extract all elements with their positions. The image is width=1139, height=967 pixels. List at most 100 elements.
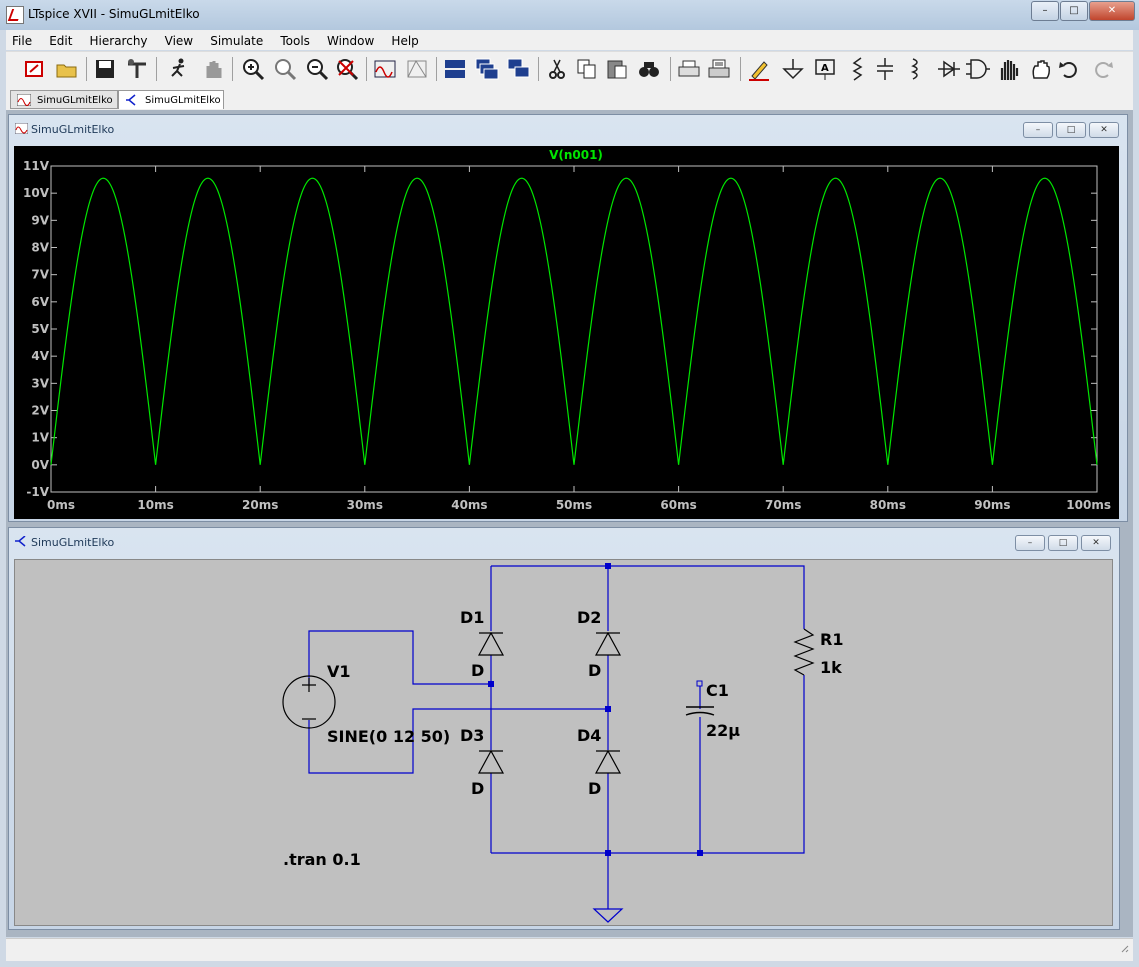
- copy-icon[interactable]: [574, 56, 600, 82]
- window-title: LTspice XVII - SimuGLmitElko: [28, 7, 200, 21]
- tile-horizontal-icon[interactable]: [442, 56, 468, 82]
- menu-help[interactable]: Help: [385, 31, 424, 51]
- d3-value-label[interactable]: D: [471, 779, 484, 798]
- c1-value-label[interactable]: 22µ: [706, 721, 740, 740]
- waveform-window[interactable]: SimuGLmitElko – □ ✕ V(n001) 11V 10V 9V 8V 7V…: [8, 114, 1128, 522]
- y-tick-label: 7V: [31, 268, 49, 282]
- ground-symbol[interactable]: [592, 908, 624, 923]
- schematic-window[interactable]: SimuGLmitElko – □ ✕ D1 D D2 D D3 D D4 D …: [8, 527, 1120, 930]
- resize-grip-icon[interactable]: [1119, 942, 1129, 956]
- toolbar-separator: [670, 57, 671, 81]
- resistor-r1[interactable]: [793, 628, 815, 676]
- waveform-restore-button[interactable]: □: [1056, 122, 1086, 138]
- r1-value-label[interactable]: 1k: [820, 658, 842, 677]
- menu-tools[interactable]: Tools: [274, 31, 316, 51]
- tran-directive[interactable]: .tran 0.1: [283, 850, 361, 869]
- tab-schematic-label: SimuGLmitElko: [145, 95, 221, 106]
- inductor-icon[interactable]: [902, 56, 928, 82]
- wire[interactable]: [491, 675, 805, 854]
- schematic-drawing[interactable]: D1 D D2 D D3 D D4 D V1 SINE(0 12 50) C1 …: [15, 560, 1112, 925]
- d2-name-label[interactable]: D2: [577, 608, 601, 627]
- trace-label[interactable]: V(n001): [549, 148, 603, 162]
- cascade-icon[interactable]: [474, 56, 500, 82]
- resistor-icon[interactable]: [844, 56, 870, 82]
- zoom-cancel-icon[interactable]: [334, 56, 360, 82]
- zoom-out-icon[interactable]: [304, 56, 330, 82]
- y-tick-label: 4V: [31, 349, 49, 363]
- close-button[interactable]: ✕: [1089, 1, 1135, 21]
- move-icon[interactable]: [996, 56, 1022, 82]
- tab-waveform-label: SimuGLmitElko: [37, 95, 113, 106]
- trace-v-n001[interactable]: [50, 177, 1098, 465]
- menu-hierarchy[interactable]: Hierarchy: [84, 31, 154, 51]
- schematic-minimize-button[interactable]: –: [1015, 535, 1045, 551]
- d3-name-label[interactable]: D3: [460, 726, 484, 745]
- tab-waveform[interactable]: SimuGLmitElko: [10, 90, 118, 109]
- halt-icon[interactable]: [200, 56, 226, 82]
- paste-icon[interactable]: [604, 56, 630, 82]
- v1-name-label[interactable]: V1: [327, 662, 351, 681]
- new-schematic-icon[interactable]: [22, 56, 48, 82]
- run-icon[interactable]: [166, 56, 192, 82]
- d2-value-label[interactable]: D: [588, 661, 601, 680]
- label-net-icon[interactable]: [746, 56, 772, 82]
- save-icon[interactable]: [92, 56, 118, 82]
- ltspice-app-icon[interactable]: [6, 6, 24, 24]
- diode-d1[interactable]: [477, 631, 505, 656]
- menu-edit[interactable]: Edit: [43, 31, 78, 51]
- v1-value-label[interactable]: SINE(0 12 50): [327, 727, 450, 746]
- plot-pane[interactable]: V(n001) 11V 10V 9V 8V 7V 6V 5V 4V 3V 2V 1V 0V -1V 0ms…: [14, 146, 1119, 519]
- maximize-button[interactable]: □: [1060, 1, 1088, 21]
- waveform-plot[interactable]: V(n001) 11V 10V 9V 8V 7V 6V 5V 4V 3V 2V 1V 0V -1V0ms…: [14, 146, 1119, 519]
- y-tick-label: 6V: [31, 295, 49, 309]
- ground-icon[interactable]: [780, 56, 806, 82]
- d4-value-label[interactable]: D: [588, 779, 601, 798]
- waveform-minimize-button[interactable]: –: [1023, 122, 1053, 138]
- menu-window[interactable]: Window: [321, 31, 380, 51]
- schematic-close-button[interactable]: ✕: [1081, 535, 1111, 551]
- fit-icon[interactable]: [404, 56, 430, 82]
- toolbar-separator: [156, 57, 157, 81]
- schematic-restore-button[interactable]: □: [1048, 535, 1078, 551]
- schematic-tab-icon: [126, 94, 136, 106]
- zoom-pan-icon[interactable]: [272, 56, 298, 82]
- d4-name-label[interactable]: D4: [577, 726, 601, 745]
- redo-icon[interactable]: [1090, 56, 1116, 82]
- undo-icon[interactable]: [1056, 56, 1082, 82]
- component-icon[interactable]: [964, 56, 990, 82]
- menu-file[interactable]: File: [6, 31, 38, 51]
- d1-value-label[interactable]: D: [471, 661, 484, 680]
- diode-d3[interactable]: [477, 749, 505, 774]
- waveform-close-button[interactable]: ✕: [1089, 122, 1119, 138]
- zoom-in-icon[interactable]: [240, 56, 266, 82]
- control-panel-icon[interactable]: [124, 56, 150, 82]
- open-icon[interactable]: [54, 56, 80, 82]
- schematic-canvas[interactable]: D1 D D2 D D3 D D4 D V1 SINE(0 12 50) C1 …: [14, 559, 1113, 926]
- menu-simulate[interactable]: Simulate: [204, 31, 269, 51]
- print-icon[interactable]: [706, 56, 732, 82]
- label-icon[interactable]: A: [812, 56, 838, 82]
- print-setup-icon[interactable]: [676, 56, 702, 82]
- menu-view[interactable]: View: [159, 31, 199, 51]
- diode-icon[interactable]: [936, 56, 962, 82]
- autorange-icon[interactable]: [372, 56, 398, 82]
- c1-name-label[interactable]: C1: [706, 681, 729, 700]
- diode-d4[interactable]: [594, 749, 622, 774]
- r1-name-label[interactable]: R1: [820, 630, 843, 649]
- find-icon[interactable]: [636, 56, 662, 82]
- trace-group: [50, 177, 1098, 465]
- x-tick-label: 90ms: [974, 498, 1010, 512]
- d1-name-label[interactable]: D1: [460, 608, 484, 627]
- tab-schematic[interactable]: SimuGLmitElko: [118, 90, 224, 109]
- minimize-button[interactable]: –: [1031, 1, 1059, 21]
- drag-icon[interactable]: [1028, 56, 1054, 82]
- x-tick-label: 60ms: [660, 498, 696, 512]
- tile-vertical-icon[interactable]: [506, 56, 532, 82]
- cut-icon[interactable]: [544, 56, 570, 82]
- diode-d2[interactable]: [594, 631, 622, 656]
- window-controls: – □ ✕: [1030, 1, 1135, 21]
- y-tick-label: 10V: [23, 186, 50, 200]
- toolbar: A: [6, 51, 1133, 88]
- wire[interactable]: [491, 565, 805, 629]
- capacitor-icon[interactable]: [872, 56, 898, 82]
